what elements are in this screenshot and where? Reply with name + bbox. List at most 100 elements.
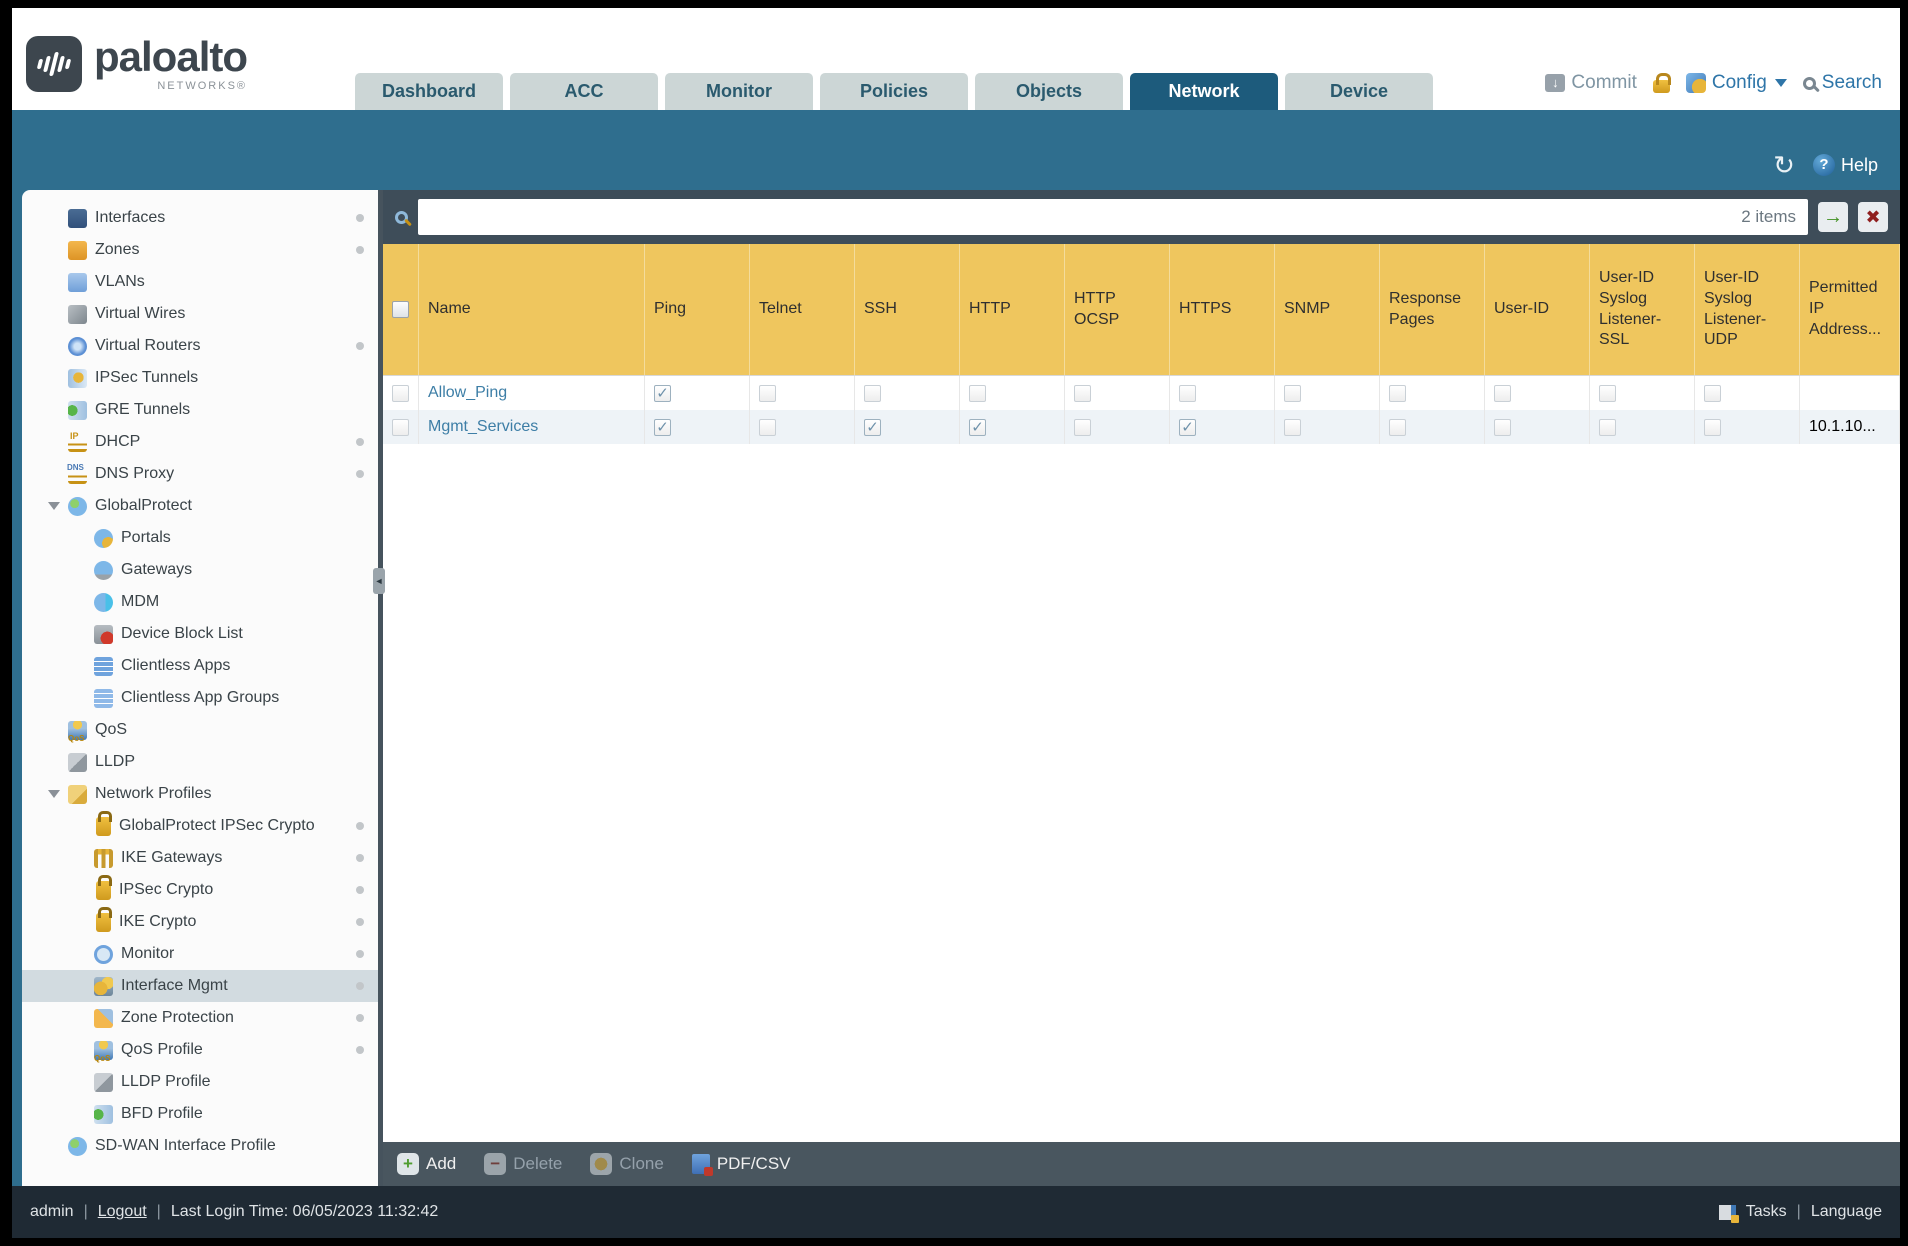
sidebar-item-interfaces[interactable]: Interfaces bbox=[22, 202, 378, 234]
snmp-checkbox[interactable] bbox=[1284, 384, 1301, 402]
help-button[interactable]: ? Help bbox=[1812, 154, 1878, 176]
sidebar-item-mdm[interactable]: MDM bbox=[22, 586, 378, 618]
sidebar-item-dhcp[interactable]: DHCP bbox=[22, 426, 378, 458]
apply-filter-button[interactable]: → bbox=[1818, 202, 1848, 232]
sidebar-item-dns-proxy[interactable]: DNS Proxy bbox=[22, 458, 378, 490]
col-header-https[interactable]: HTTPS bbox=[1170, 244, 1275, 375]
http-checkbox[interactable] bbox=[969, 384, 986, 402]
http-checkbox[interactable] bbox=[969, 418, 986, 436]
col-header-name[interactable]: Name bbox=[419, 244, 645, 375]
ping-checkbox[interactable] bbox=[654, 418, 671, 436]
item-dot-indicator bbox=[356, 1046, 364, 1054]
sidebar-item-ike-crypto[interactable]: IKE Crypto bbox=[22, 906, 378, 938]
ssh-checkbox[interactable] bbox=[864, 418, 881, 436]
sidebar-item-globalprotect[interactable]: GlobalProtect bbox=[22, 490, 378, 522]
sidebar-item-clientless-apps[interactable]: Clientless Apps bbox=[22, 650, 378, 682]
pdf-csv-button[interactable]: PDF/CSV bbox=[691, 1154, 791, 1176]
col-header-http[interactable]: HTTP bbox=[960, 244, 1065, 375]
sidebar-item-qos[interactable]: QoS bbox=[22, 714, 378, 746]
row-checkbox[interactable] bbox=[392, 418, 409, 436]
sidebar-item-portals[interactable]: Portals bbox=[22, 522, 378, 554]
config-menu-button[interactable]: Config bbox=[1685, 72, 1787, 94]
sidebar-item-vlans[interactable]: VLANs bbox=[22, 266, 378, 298]
response-pages-checkbox[interactable] bbox=[1389, 418, 1406, 436]
sidebar-item-gateways[interactable]: Gateways bbox=[22, 554, 378, 586]
expand-triangle-icon[interactable] bbox=[48, 790, 60, 798]
col-header-permitted-ip-address[interactable]: Permitted IP Address... bbox=[1800, 244, 1900, 375]
col-header-telnet[interactable]: Telnet bbox=[750, 244, 855, 375]
col-header-user-id-syslog-listener-udp[interactable]: User-ID Syslog Listener-UDP bbox=[1695, 244, 1800, 375]
col-header-ssh[interactable]: SSH bbox=[855, 244, 960, 375]
sidebar-item-label: MDM bbox=[121, 593, 160, 610]
sidebar-item-bfd-profile[interactable]: BFD Profile bbox=[22, 1098, 378, 1130]
tasks-link[interactable]: Tasks bbox=[1746, 1203, 1787, 1221]
clone-button[interactable]: Clone bbox=[590, 1153, 664, 1175]
sidebar-item-interface-mgmt[interactable]: Interface Mgmt bbox=[22, 970, 378, 1002]
filter-input[interactable] bbox=[418, 199, 1808, 235]
sidebar-item-ipsec-tunnels[interactable]: IPSec Tunnels bbox=[22, 362, 378, 394]
http-ocsp-checkbox[interactable] bbox=[1074, 418, 1091, 436]
delete-button[interactable]: − Delete bbox=[484, 1153, 562, 1175]
lock-icon[interactable] bbox=[1652, 73, 1671, 93]
collapse-sidebar-icon[interactable]: ◄ bbox=[373, 568, 385, 594]
sidebar-item-network-profiles[interactable]: Network Profiles bbox=[22, 778, 378, 810]
http-ocsp-checkbox[interactable] bbox=[1074, 384, 1091, 402]
sidebar-item-device-block-list[interactable]: Device Block List bbox=[22, 618, 378, 650]
profile-name-link[interactable]: Mgmt_Services bbox=[428, 418, 538, 436]
commit-button[interactable]: ↓ Commit bbox=[1545, 72, 1637, 94]
tab-device[interactable]: Device bbox=[1285, 73, 1434, 110]
sidebar-item-ipsec-crypto[interactable]: IPSec Crypto bbox=[22, 874, 378, 906]
row-checkbox[interactable] bbox=[392, 384, 409, 402]
col-header-snmp[interactable]: SNMP bbox=[1275, 244, 1380, 375]
tab-dashboard[interactable]: Dashboard bbox=[355, 73, 504, 110]
telnet-checkbox[interactable] bbox=[759, 384, 776, 402]
language-link[interactable]: Language bbox=[1811, 1203, 1882, 1221]
sidebar-item-ike-gateways[interactable]: IKE Gateways bbox=[22, 842, 378, 874]
ping-checkbox[interactable] bbox=[654, 384, 671, 402]
sidebar-item-zone-protection[interactable]: Zone Protection bbox=[22, 1002, 378, 1034]
tab-acc[interactable]: ACC bbox=[510, 73, 659, 110]
user-id-syslog-listener-ssl-checkbox[interactable] bbox=[1599, 384, 1616, 402]
col-header-http-ocsp[interactable]: HTTP OCSP bbox=[1065, 244, 1170, 375]
global-search-button[interactable]: Search bbox=[1802, 72, 1882, 94]
tab-objects[interactable]: Objects bbox=[975, 73, 1124, 110]
select-all-checkbox[interactable] bbox=[392, 301, 409, 318]
user-id-syslog-listener-ssl-checkbox[interactable] bbox=[1599, 418, 1616, 436]
user-id-syslog-listener-udp-checkbox[interactable] bbox=[1704, 384, 1721, 402]
https-checkbox[interactable] bbox=[1179, 384, 1196, 402]
https-checkbox[interactable] bbox=[1179, 418, 1196, 436]
sidebar-item-virtual-wires[interactable]: Virtual Wires bbox=[22, 298, 378, 330]
sidebar-item-qos-profile[interactable]: QoS Profile bbox=[22, 1034, 378, 1066]
sidebar-item-gre-tunnels[interactable]: GRE Tunnels bbox=[22, 394, 378, 426]
user-id-syslog-listener-udp-checkbox[interactable] bbox=[1704, 418, 1721, 436]
add-button[interactable]: + Add bbox=[397, 1153, 456, 1175]
tab-monitor[interactable]: Monitor bbox=[665, 73, 814, 110]
sidebar-item-clientless-app-groups[interactable]: Clientless App Groups bbox=[22, 682, 378, 714]
sidebar-item-lldp-profile[interactable]: LLDP Profile bbox=[22, 1066, 378, 1098]
sidebar-item-lldp[interactable]: LLDP bbox=[22, 746, 378, 778]
user-id-checkbox[interactable] bbox=[1494, 418, 1511, 436]
col-header-user-id[interactable]: User-ID bbox=[1485, 244, 1590, 375]
sidebar-item-zones[interactable]: Zones bbox=[22, 234, 378, 266]
ssh-checkbox[interactable] bbox=[864, 384, 881, 402]
telnet-checkbox[interactable] bbox=[759, 418, 776, 436]
col-header-user-id-syslog-listener-ssl[interactable]: User-ID Syslog Listener-SSL bbox=[1590, 244, 1695, 375]
sidebar-item-virtual-routers[interactable]: Virtual Routers bbox=[22, 330, 378, 362]
sidebar-item-globalprotect-ipsec-crypto[interactable]: GlobalProtect IPSec Crypto bbox=[22, 810, 378, 842]
response-pages-checkbox[interactable] bbox=[1389, 384, 1406, 402]
profile-name-link[interactable]: Allow_Ping bbox=[428, 384, 507, 402]
sidebar-splitter[interactable]: ◄ bbox=[373, 190, 385, 1186]
col-header-ping[interactable]: Ping bbox=[645, 244, 750, 375]
clear-filter-button[interactable]: ✖ bbox=[1858, 202, 1888, 232]
user-id-checkbox[interactable] bbox=[1494, 384, 1511, 402]
col-header-response-pages[interactable]: Response Pages bbox=[1380, 244, 1485, 375]
tab-network[interactable]: Network bbox=[1130, 73, 1279, 110]
refresh-icon[interactable]: ↻ bbox=[1773, 152, 1795, 178]
expand-triangle-icon[interactable] bbox=[48, 502, 60, 510]
tab-policies[interactable]: Policies bbox=[820, 73, 969, 110]
sidebar-item-sd-wan-interface-profile[interactable]: SD-WAN Interface Profile bbox=[22, 1130, 378, 1162]
logout-link[interactable]: Logout bbox=[98, 1203, 147, 1221]
delete-icon: − bbox=[484, 1153, 507, 1175]
sidebar-item-monitor[interactable]: Monitor bbox=[22, 938, 378, 970]
snmp-checkbox[interactable] bbox=[1284, 418, 1301, 436]
